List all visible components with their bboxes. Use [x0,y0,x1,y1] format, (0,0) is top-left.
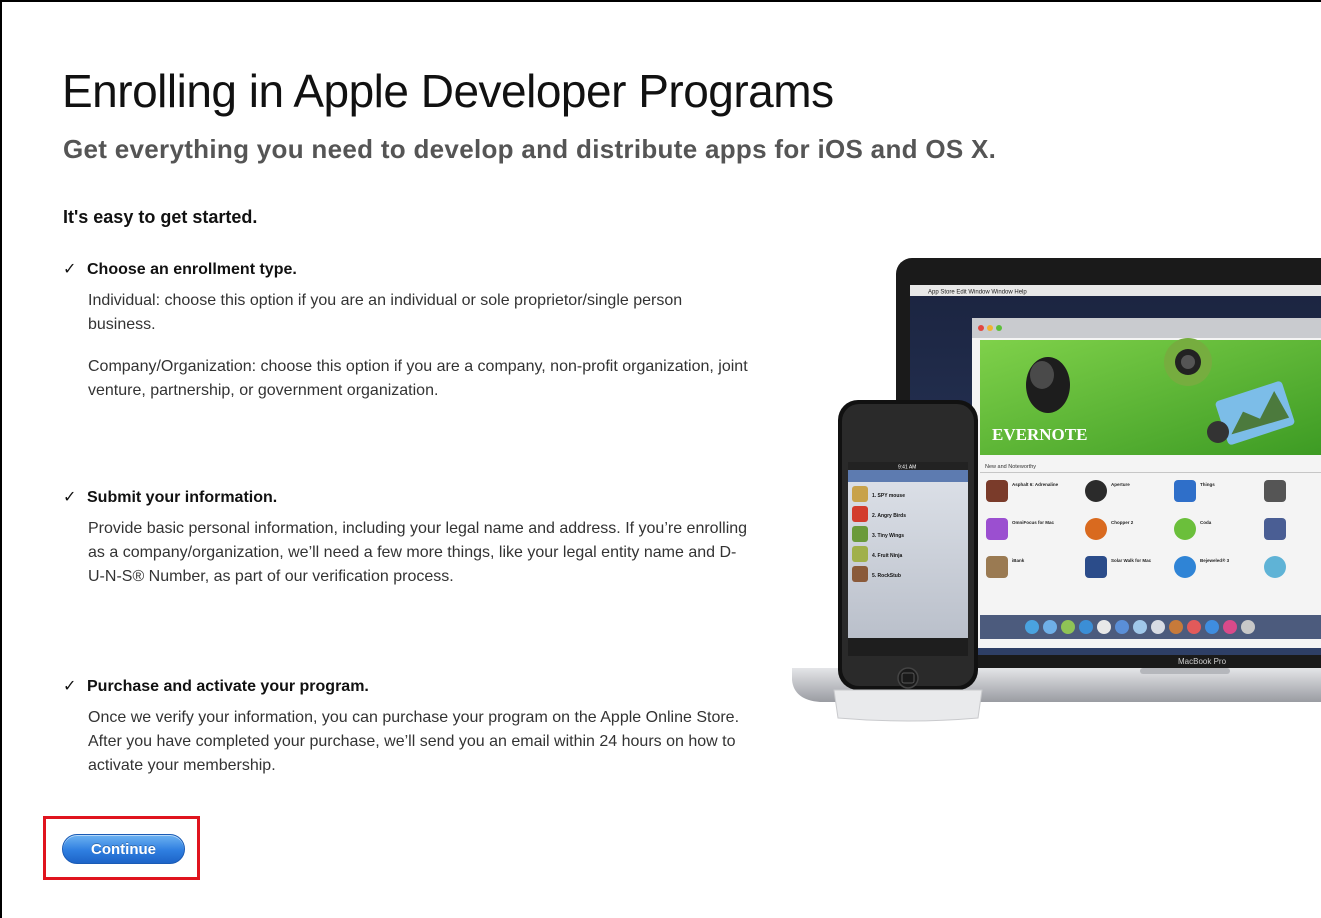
iphone-app-row: 4. Fruit Ninja [872,553,903,559]
step-heading: ✓ Purchase and activate your program. [63,676,753,698]
checkmark-icon: ✓ [63,678,77,695]
app-store-toolbar [972,318,1321,338]
step-submit-info: ✓ Submit your information. Provide basic … [63,487,753,607]
iphone-time: 9:41 AM [898,465,916,471]
app-name: Coda [1200,520,1212,525]
app-name: iBank [1012,558,1025,563]
app-name: Bejeweled® 3 [1200,557,1230,563]
laptop-menubar-text: App Store Edit Window Window Help [928,290,1027,296]
hero-device-image: App Store Edit Window Window Help EVERNO… [792,258,1321,722]
step-heading: ✓ Choose an enrollment type. [63,259,753,281]
step-heading-text: Submit your information. [87,489,278,506]
step-paragraph: Company/Organization: choose this option… [88,358,748,399]
evernote-banner-text: EVERNOTE [992,425,1087,444]
intro-heading: It's easy to get started. [63,207,258,227]
step-heading-text: Purchase and activate your program. [87,678,369,695]
step-body: Provide basic personal information, incl… [88,517,753,589]
app-name: Asphalt 6: Adrenaline [1012,482,1059,487]
app-name: Aperture [1111,482,1130,487]
step-enrollment-type: ✓ Choose an enrollment type. Individual: … [63,259,753,421]
iphone-dock-stand [833,689,983,722]
step-heading: ✓ Submit your information. [63,487,753,509]
step-paragraph: Provide basic personal information, incl… [88,520,748,585]
checkmark-icon: ✓ [63,261,77,278]
step-paragraph: Once we verify your information, you can… [88,709,740,774]
iphone-app-row: 1. SPY mouse [872,493,905,499]
app-name: Solar Walk for Mac [1111,558,1152,563]
step-body: Once we verify your information, you can… [88,706,753,778]
page-subtitle: Get everything you need to develop and d… [63,134,997,164]
step-paragraph: Individual: choose this option if you ar… [88,292,683,333]
app-name: Things [1200,482,1215,487]
page-title: Enrolling in Apple Developer Programs [62,65,834,117]
app-name: Chopper 2 [1111,520,1134,525]
iphone-app-list [852,486,868,582]
laptop-label: MacBook Pro [1178,657,1227,666]
step-body: Individual: choose this option if you ar… [88,289,753,403]
continue-button[interactable]: Continue [62,834,185,864]
iphone-app-row: 2. Angry Birds [872,513,906,519]
app-section-label: New and Noteworthy [985,464,1036,470]
iphone-app-row: 3. Tiny Wings [872,533,904,539]
app-name: OmniFocus for Mac [1012,520,1055,525]
step-heading-text: Choose an enrollment type. [87,261,297,278]
iphone-app-row: 5. RockStub [872,573,901,579]
checkmark-icon: ✓ [63,489,77,506]
step-purchase-activate: ✓ Purchase and activate your program. Onc… [63,676,753,796]
